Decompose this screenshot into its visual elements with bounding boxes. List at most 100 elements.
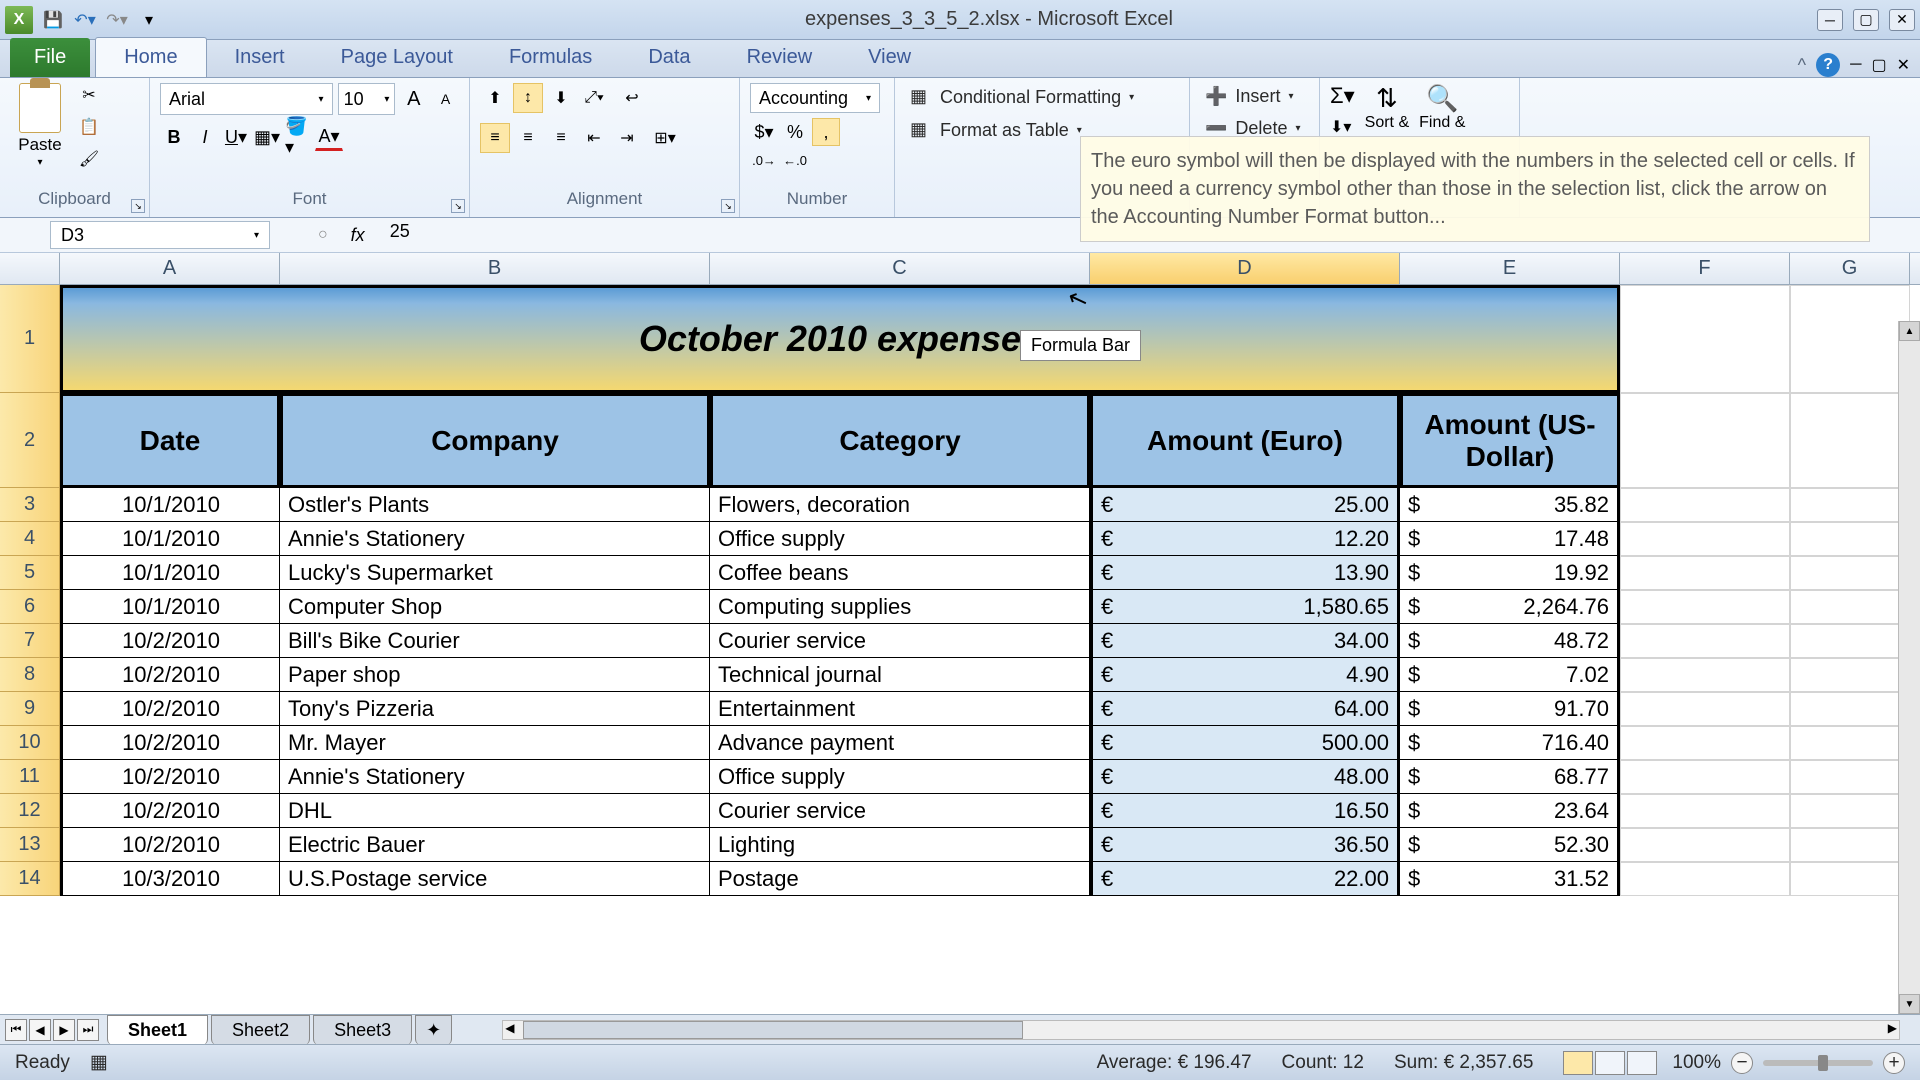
cell-euro[interactable]: €36.50 [1090,828,1400,862]
col-header-f[interactable]: F [1620,253,1790,284]
tab-data[interactable]: Data [620,38,718,77]
underline-button[interactable]: U▾ [222,123,250,151]
cell-date[interactable]: 10/2/2010 [60,760,280,794]
decrease-decimal-icon[interactable]: ←.0 [781,146,809,174]
col-header-d[interactable]: D [1090,253,1400,284]
increase-decimal-icon[interactable]: .0→ [750,146,778,174]
cell-dollar[interactable]: $7.02 [1400,658,1620,692]
row-header[interactable]: 4 [0,522,60,556]
cell-date[interactable]: 10/2/2010 [60,794,280,828]
spreadsheet-grid[interactable]: 1 October 2010 expenses 2 Date Company C… [0,285,1920,896]
qat-customize-icon[interactable]: ▾ [137,8,161,32]
select-all-corner[interactable] [0,253,60,284]
cell-euro[interactable]: €1,580.65 [1090,590,1400,624]
cell-dollar[interactable]: $19.92 [1400,556,1620,590]
cell-company[interactable]: Annie's Stationery [280,760,710,794]
cell-dollar[interactable]: $23.64 [1400,794,1620,828]
copy-icon[interactable]: 📋 [75,115,103,139]
tab-nav-next[interactable]: ▶ [53,1019,75,1041]
format-painter-icon[interactable]: 🖌 [75,147,103,171]
cell-company[interactable]: Paper shop [280,658,710,692]
header-category[interactable]: Category [710,393,1090,488]
cell-dollar[interactable]: $48.72 [1400,624,1620,658]
cell-company[interactable]: DHL [280,794,710,828]
cell-date[interactable]: 10/2/2010 [60,658,280,692]
col-header-b[interactable]: B [280,253,710,284]
cell-euro[interactable]: €64.00 [1090,692,1400,726]
cell-date[interactable]: 10/1/2010 [60,522,280,556]
redo-icon[interactable]: ↷▾ [105,8,129,32]
maximize-button[interactable]: ▢ [1853,9,1879,31]
save-icon[interactable]: 💾 [41,8,65,32]
sheet-tab-2[interactable]: Sheet2 [211,1015,310,1045]
workbook-minimize-icon[interactable]: ─ [1850,56,1861,74]
cell-company[interactable]: Tony's Pizzeria [280,692,710,726]
align-left-icon[interactable]: ≡ [480,123,510,153]
close-button[interactable]: ✕ [1889,9,1915,31]
cell-category[interactable]: Computing supplies [710,590,1090,624]
percent-button[interactable]: % [781,118,809,146]
cell-euro[interactable]: €500.00 [1090,726,1400,760]
cell-date[interactable]: 10/1/2010 [60,590,280,624]
font-name-select[interactable]: Arial▾ [160,83,333,115]
cell-company[interactable]: Bill's Bike Courier [280,624,710,658]
font-color-button[interactable]: A▾ [315,123,343,151]
tab-nav-first[interactable]: ⏮ [5,1019,27,1041]
align-right-icon[interactable]: ≡ [546,123,576,153]
increase-font-icon[interactable]: A [400,85,427,113]
horizontal-scrollbar[interactable]: ◀ ▶ [502,1020,1900,1040]
row-header[interactable]: 12 [0,794,60,828]
insert-button[interactable]: ➕ Insert▾ [1200,83,1309,110]
cell-company[interactable]: U.S.Postage service [280,862,710,896]
name-box[interactable]: D3▾ [50,221,270,249]
cell-category[interactable]: Flowers, decoration [710,488,1090,522]
cell-euro[interactable]: €34.00 [1090,624,1400,658]
cell-date[interactable]: 10/3/2010 [60,862,280,896]
cell-euro[interactable]: €12.20 [1090,522,1400,556]
cell-date[interactable]: 10/2/2010 [60,828,280,862]
cell-euro[interactable]: €4.90 [1090,658,1400,692]
row-header[interactable]: 14 [0,862,60,896]
page-break-view-button[interactable] [1627,1051,1657,1075]
header-date[interactable]: Date [60,393,280,488]
border-button[interactable]: ▦▾ [253,123,281,151]
row-header[interactable]: 10 [0,726,60,760]
undo-icon[interactable]: ↶▾ [73,8,97,32]
cell-category[interactable]: Entertainment [710,692,1090,726]
tab-formulas[interactable]: Formulas [481,38,620,77]
cell-category[interactable]: Courier service [710,624,1090,658]
align-top-icon[interactable]: ⬆ [480,83,510,113]
cell-category[interactable]: Office supply [710,760,1090,794]
cell-category[interactable]: Postage [710,862,1090,896]
normal-view-button[interactable] [1563,1051,1593,1075]
cell-company[interactable]: Annie's Stationery [280,522,710,556]
zoom-in-button[interactable]: + [1883,1052,1905,1074]
decrease-indent-icon[interactable]: ⇤ [579,123,609,153]
new-sheet-button[interactable]: ✦ [415,1015,452,1045]
cell-category[interactable]: Coffee beans [710,556,1090,590]
row-header[interactable]: 6 [0,590,60,624]
cancel-formula-icon[interactable]: ○ [318,226,328,244]
minimize-ribbon-icon[interactable]: ^ [1798,55,1806,76]
cell-dollar[interactable]: $52.30 [1400,828,1620,862]
row-header[interactable]: 7 [0,624,60,658]
align-bottom-icon[interactable]: ⬇ [546,83,576,113]
sheet-tab-3[interactable]: Sheet3 [313,1015,412,1045]
cell-company[interactable]: Lucky's Supermarket [280,556,710,590]
zoom-slider[interactable] [1763,1060,1873,1066]
help-icon[interactable]: ? [1816,53,1840,77]
scroll-up-icon[interactable]: ▲ [1899,321,1920,341]
cell-euro[interactable]: €48.00 [1090,760,1400,794]
cell-date[interactable]: 10/2/2010 [60,692,280,726]
cell-company[interactable]: Computer Shop [280,590,710,624]
row-header[interactable]: 8 [0,658,60,692]
cell-category[interactable]: Courier service [710,794,1090,828]
cell-dollar[interactable]: $17.48 [1400,522,1620,556]
excel-app-icon[interactable]: X [5,6,33,34]
cell-date[interactable]: 10/2/2010 [60,726,280,760]
tab-nav-prev[interactable]: ◀ [29,1019,51,1041]
cell-date[interactable]: 10/2/2010 [60,624,280,658]
cell-euro[interactable]: €13.90 [1090,556,1400,590]
cell-dollar[interactable]: $35.82 [1400,488,1620,522]
paste-button[interactable]: Paste ▾ [10,83,70,168]
